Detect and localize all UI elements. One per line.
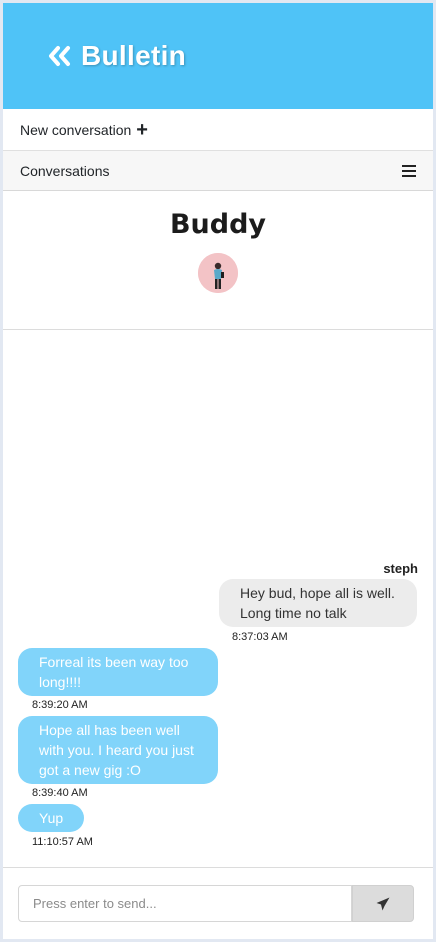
message-timestamp: 11:10:57 AM (32, 836, 93, 848)
new-conversation-button[interactable]: New conversation + (3, 109, 433, 151)
chat-name: Buddy (169, 209, 267, 240)
app-title: Bulletin (81, 40, 187, 71)
conversations-label: Conversations (20, 162, 110, 179)
paper-plane-icon (376, 897, 390, 910)
sender-name: steph (383, 561, 418, 576)
app-window: Bulletin New conversation + Conversation… (3, 3, 433, 939)
double-chevron-left-icon[interactable] (47, 45, 73, 67)
chat-header: Buddy (3, 191, 433, 330)
message-timestamp: 8:39:20 AM (32, 699, 88, 711)
message-timestamp: 8:39:40 AM (32, 787, 88, 799)
message-bubble-incoming: Hope all has been well with you. I heard… (18, 716, 218, 784)
header: Bulletin (3, 3, 433, 109)
message-timestamp: 8:37:03 AM (232, 631, 288, 643)
message-input[interactable] (18, 885, 352, 922)
plus-icon: + (136, 118, 148, 141)
message-bubble-incoming: Yup (18, 804, 84, 832)
brand[interactable]: Bulletin (47, 40, 186, 72)
message-bubble-outgoing: Hey bud, hope all is well. Long time no … (219, 579, 417, 627)
avatar (198, 253, 238, 293)
hamburger-icon[interactable] (402, 164, 416, 177)
message-bubble-incoming: Forreal its been way too long!!!! (18, 648, 218, 696)
new-conversation-label: New conversation (20, 121, 132, 138)
send-button[interactable] (352, 885, 414, 922)
message-list: steph Hey bud, hope all is well. Long ti… (3, 330, 433, 866)
composer (3, 867, 433, 939)
conversations-bar: Conversations (3, 151, 433, 191)
